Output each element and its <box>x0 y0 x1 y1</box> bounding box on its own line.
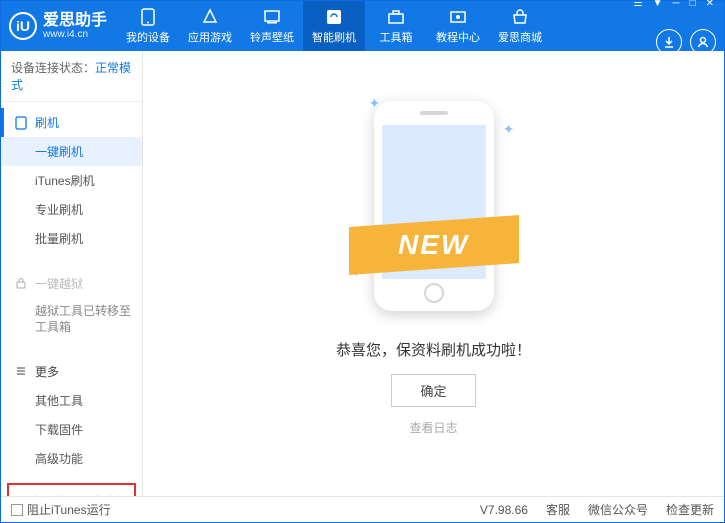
sidebar-item-batch[interactable]: 批量刷机 <box>1 224 142 253</box>
checkbox-row-highlight: ✓ 自动激活 ✓ 跳过向导 <box>7 483 136 496</box>
sidebar-header-jailbreak[interactable]: 一键越狱 <box>1 269 142 298</box>
check-update-link[interactable]: 检查更新 <box>666 501 714 518</box>
nav-ringtones[interactable]: 铃声壁纸 <box>241 1 303 51</box>
app-subtitle: www.i4.cn <box>43 29 107 40</box>
lock-icon <box>15 277 29 291</box>
nav-label: 爱思商城 <box>498 29 542 45</box>
version-label: V7.98.66 <box>480 503 528 517</box>
view-log-link[interactable]: 查看日志 <box>409 419 457 436</box>
nav-label: 铃声壁纸 <box>250 29 294 45</box>
sidebar-header-more[interactable]: 更多 <box>1 357 142 386</box>
window-controls: ☰ ▼ ─ □ ✕ <box>632 0 716 9</box>
sidebar-item-advanced[interactable]: 高级功能 <box>1 444 142 473</box>
nav-label: 应用游戏 <box>188 29 232 45</box>
title-bar: iU 爱思助手 www.i4.cn 我的设备 应用游戏 铃声壁纸 智能刷机 <box>1 1 724 51</box>
sparkle-icon: ✦ <box>503 121 515 138</box>
wallpaper-icon <box>262 8 282 26</box>
sidebar-header-flash[interactable]: 刷机 <box>1 108 142 137</box>
nav-label: 我的设备 <box>126 29 170 45</box>
phone-icon <box>15 116 29 130</box>
checkbox-block-itunes[interactable]: 阻止iTunes运行 <box>11 501 111 518</box>
sidebar-header-label: 更多 <box>35 363 59 380</box>
body: 设备连接状态：正常模式 刷机 一键刷机 iTunes刷机 专业刷机 批量刷机 一… <box>1 51 724 496</box>
nav-label: 教程中心 <box>436 29 480 45</box>
checkbox-icon <box>11 504 23 516</box>
logo-icon: iU <box>9 12 37 40</box>
store-icon <box>510 8 530 26</box>
app-window: iU 爱思助手 www.i4.cn 我的设备 应用游戏 铃声壁纸 智能刷机 <box>0 0 725 523</box>
nav-label: 智能刷机 <box>312 29 356 45</box>
confirm-button[interactable]: 确定 <box>391 374 475 407</box>
tutorial-icon <box>448 8 468 26</box>
more-icon <box>15 365 29 379</box>
sidebar-item-download[interactable]: 下载固件 <box>1 415 142 444</box>
wechat-link[interactable]: 微信公众号 <box>588 501 648 518</box>
tshirt-icon[interactable]: ▼ <box>651 0 665 9</box>
app-logo: iU 爱思助手 www.i4.cn <box>9 12 117 41</box>
nav-flash[interactable]: 智能刷机 <box>303 1 365 51</box>
maximize-icon[interactable]: □ <box>688 0 698 9</box>
close-icon[interactable]: ✕ <box>704 0 716 9</box>
status-bar: 阻止iTunes运行 V7.98.66 客服 微信公众号 检查更新 <box>1 496 724 522</box>
nav-apps[interactable]: 应用游戏 <box>179 1 241 51</box>
phone-illustration <box>374 101 494 311</box>
success-illustration: ✦ ✦ ✦ NEW <box>359 101 509 321</box>
sidebar-item-oneclick[interactable]: 一键刷机 <box>1 137 142 166</box>
sidebar: 设备连接状态：正常模式 刷机 一键刷机 iTunes刷机 专业刷机 批量刷机 一… <box>1 51 143 496</box>
sidebar-item-other[interactable]: 其他工具 <box>1 386 142 415</box>
checkbox-label: 阻止iTunes运行 <box>27 501 111 518</box>
support-link[interactable]: 客服 <box>546 501 570 518</box>
nav-label: 工具箱 <box>380 29 413 45</box>
flash-icon <box>324 8 344 26</box>
jailbreak-note: 越狱工具已转移至工具箱 <box>1 298 142 341</box>
apps-icon <box>200 8 220 26</box>
main-content: ✦ ✦ ✦ NEW 恭喜您，保资料刷机成功啦！ 确定 查看日志 <box>143 51 724 496</box>
sidebar-item-pro[interactable]: 专业刷机 <box>1 195 142 224</box>
app-title: 爱思助手 <box>43 12 107 30</box>
ribbon-text: NEW <box>398 229 469 261</box>
main-nav: 我的设备 应用游戏 铃声壁纸 智能刷机 工具箱 教程中心 <box>117 1 551 51</box>
nav-tutorials[interactable]: 教程中心 <box>427 1 489 51</box>
sidebar-header-label: 一键越狱 <box>35 275 83 292</box>
nav-store[interactable]: 爱思商城 <box>489 1 551 51</box>
phone-icon <box>138 8 158 26</box>
minimize-icon[interactable]: ─ <box>670 0 681 9</box>
toolbox-icon <box>386 8 406 26</box>
connection-status: 设备连接状态：正常模式 <box>1 51 142 102</box>
sidebar-header-label: 刷机 <box>35 114 59 131</box>
nav-toolbox[interactable]: 工具箱 <box>365 1 427 51</box>
nav-my-device[interactable]: 我的设备 <box>117 1 179 51</box>
sidebar-item-itunes[interactable]: iTunes刷机 <box>1 166 142 195</box>
menu-icon[interactable]: ☰ <box>632 0 645 9</box>
status-label: 设备连接状态： <box>11 61 95 75</box>
success-message: 恭喜您，保资料刷机成功啦！ <box>336 339 531 360</box>
